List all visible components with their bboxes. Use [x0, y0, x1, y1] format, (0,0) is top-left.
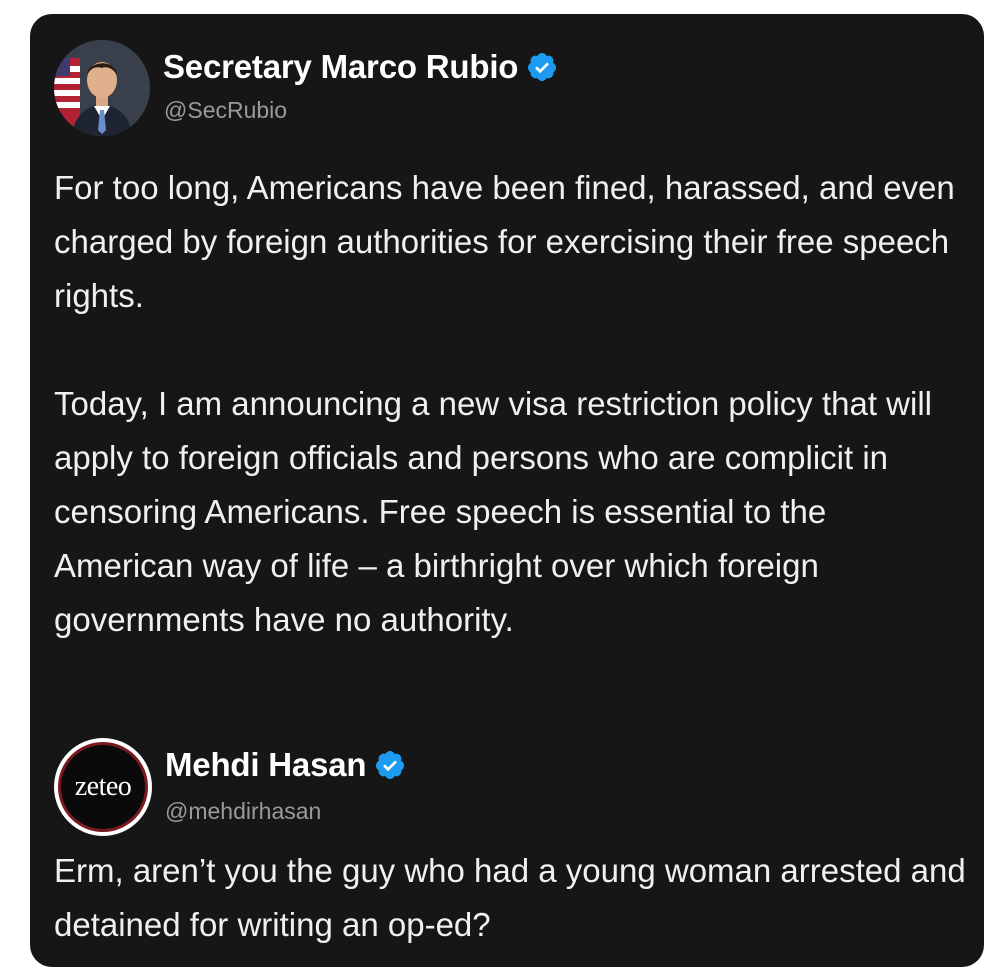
post-body: Erm, aren’t you the guy who had a young … [54, 844, 966, 952]
zeteo-logo-icon: zeteo [58, 742, 148, 832]
author-row: Mehdi Hasan [165, 746, 406, 784]
verified-badge-icon [528, 53, 557, 81]
author-row: Secretary Marco Rubio [163, 48, 558, 86]
handle[interactable]: @mehdirhasan [165, 798, 321, 825]
screenshot-card: Secretary Marco Rubio @SecRubio For too … [30, 14, 984, 967]
verified-badge-icon [376, 751, 405, 779]
avatar[interactable]: zeteo [54, 738, 152, 836]
avatar[interactable] [54, 40, 150, 136]
post-body: For too long, Americans have been fined,… [54, 161, 966, 647]
zeteo-logo-text: zeteo [74, 771, 132, 802]
handle[interactable]: @SecRubio [164, 97, 287, 124]
post-paragraph: For too long, Americans have been fined,… [54, 169, 955, 314]
display-name[interactable]: Mehdi Hasan [165, 746, 367, 784]
post-paragraph: Erm, aren’t you the guy who had a young … [54, 852, 966, 943]
profile-photo-icon [54, 40, 150, 136]
display-name[interactable]: Secretary Marco Rubio [163, 48, 518, 86]
post-paragraph: Today, I am announcing a new visa restri… [54, 385, 932, 638]
